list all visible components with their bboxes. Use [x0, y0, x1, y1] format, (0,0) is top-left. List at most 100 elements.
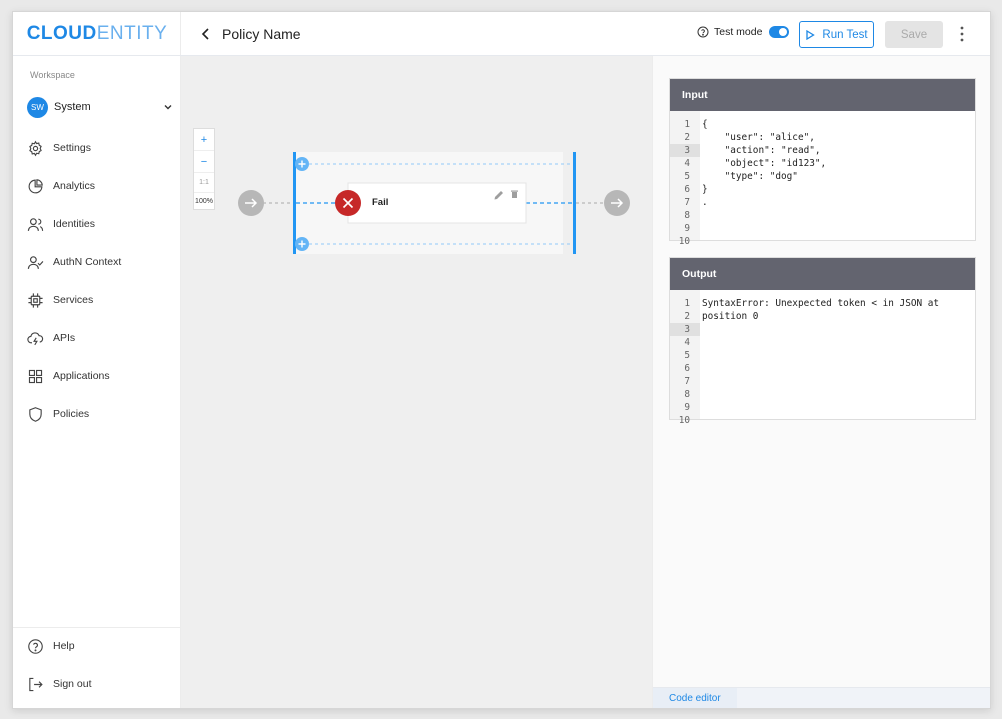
play-icon	[806, 29, 816, 40]
code-line: }	[702, 184, 708, 195]
line-number: 4	[684, 337, 690, 348]
sidebar-item-label: Applications	[53, 370, 110, 382]
input-code-area[interactable]: 1 2 3 4 5 6 7 8 9 10 { "user": "alice", "action":…	[670, 111, 975, 247]
sidebar-item-analytics[interactable]: Analytics	[27, 175, 177, 197]
input-editor: Input 1 2 3 4 5 6 7 8 9 10 { "user": "alice", "ac…	[669, 78, 976, 247]
delete-icon	[512, 192, 517, 198]
sidebar-item-identities[interactable]: Identities	[27, 213, 177, 235]
line-number-gutter: 1 2 3 4 5 6 7 8 9 10	[670, 111, 700, 247]
save-button[interactable]: Save	[885, 21, 943, 48]
line-number: 6	[684, 363, 690, 374]
line-number: 1	[684, 298, 690, 309]
grid-icon	[28, 369, 43, 383]
line-number: 3	[670, 323, 700, 336]
code-content[interactable]: SyntaxError: Unexpected token < in JSON …	[700, 290, 975, 419]
sidebar-item-help[interactable]: Help	[27, 635, 177, 657]
test-mode-label: Test mode	[714, 26, 763, 38]
line-number-gutter: 1 2 3 4 5 6 7 8 9 10	[670, 290, 700, 426]
line-number: 6	[684, 184, 690, 195]
line-number: 7	[684, 376, 690, 387]
page-title: Policy Name	[222, 26, 301, 42]
test-panel: Input 1 2 3 4 5 6 7 8 9 10 { "user": "alice", "ac…	[652, 56, 990, 708]
code-line: "type": "dog"	[702, 171, 798, 182]
bottom-tab-bar: Code editor	[653, 687, 990, 708]
group-left-bar	[293, 152, 296, 254]
code-line: position 0	[702, 311, 759, 322]
sidebar: CLOUD ENTITY Workspace SW System Settings…	[13, 12, 181, 708]
line-number: 8	[684, 210, 690, 221]
line-number: 2	[684, 132, 690, 143]
logo[interactable]: CLOUD ENTITY	[13, 12, 181, 56]
line-number: 4	[684, 158, 690, 169]
sidebar-item-label: Sign out	[53, 678, 92, 690]
sidebar-item-label: Services	[53, 294, 94, 306]
output-editor: Output 1 2 3 4 5 6 7 8 9 10 SyntaxError: Unexpect…	[669, 257, 976, 426]
gear-icon	[29, 140, 42, 156]
line-number: 8	[684, 389, 690, 400]
input-header: Input	[670, 79, 975, 111]
help-circle-icon[interactable]	[697, 26, 709, 38]
sidebar-item-sign-out[interactable]: Sign out	[27, 673, 177, 695]
sidebar-item-label: Settings	[53, 142, 91, 154]
policy-flow-diagram	[238, 152, 630, 254]
line-number: 3	[670, 144, 700, 157]
chip-icon	[28, 292, 43, 308]
cloud-lightning-icon	[27, 331, 44, 345]
sidebar-item-policies[interactable]: Policies	[27, 403, 177, 425]
sidebar-footer: Help Sign out	[13, 627, 181, 708]
logo-primary: CLOUD	[26, 22, 97, 44]
sidebar-item-apis[interactable]: APIs	[27, 327, 177, 349]
run-test-button[interactable]: Run Test	[799, 21, 874, 48]
code-line: .	[702, 197, 708, 208]
line-number: 10	[678, 236, 690, 247]
test-mode-toggle[interactable]	[769, 26, 790, 38]
group-right-bar	[573, 152, 576, 254]
sidebar-item-applications[interactable]: Applications	[27, 365, 177, 387]
workspace-label: Workspace	[30, 70, 75, 80]
sidebar-item-label: Analytics	[53, 180, 96, 192]
sidebar-item-label: Help	[53, 640, 75, 652]
fail-node-label[interactable]: Fail	[372, 197, 388, 208]
sidebar-item-services[interactable]: Services	[27, 289, 177, 311]
more-vertical-icon[interactable]	[959, 25, 965, 43]
shield-icon	[29, 406, 42, 422]
run-test-label: Run Test	[822, 28, 868, 41]
line-number: 1	[684, 119, 690, 130]
code-line: "user": "alice",	[702, 132, 815, 143]
app-window: CLOUD ENTITY Workspace SW System Settings…	[12, 11, 991, 709]
back-arrow-icon[interactable]	[199, 26, 213, 42]
sidebar-item-label: AuthN Context	[53, 256, 122, 268]
code-line: "action": "read",	[702, 145, 821, 156]
sidebar-item-authn-context[interactable]: AuthN Context	[27, 251, 177, 273]
line-number: 10	[678, 415, 690, 426]
tab-code-editor[interactable]: Code editor	[653, 688, 737, 708]
user-check-icon	[27, 255, 44, 269]
output-code-area[interactable]: 1 2 3 4 5 6 7 8 9 10 SyntaxError: Unexpected toke…	[670, 290, 975, 426]
code-line: SyntaxError: Unexpected token < in JSON …	[702, 298, 940, 309]
code-line: {	[702, 119, 708, 130]
sidebar-item-settings[interactable]: Settings	[27, 137, 177, 159]
workspace-selector[interactable]: SW System	[27, 96, 173, 118]
sign-out-icon	[29, 677, 43, 691]
output-header: Output	[670, 258, 975, 290]
line-number: 9	[684, 402, 690, 413]
chevron-down-icon	[164, 105, 172, 110]
code-content[interactable]: { "user": "alice", "action": "read", "ob…	[700, 111, 975, 240]
policy-canvas[interactable]: + − 1:1 100% Fail	[181, 56, 652, 708]
code-line: "object": "id123",	[702, 158, 827, 169]
users-icon	[27, 217, 44, 231]
workspace-name: System	[54, 101, 91, 113]
line-number: 9	[684, 223, 690, 234]
workspace-badge: SW	[27, 96, 48, 118]
